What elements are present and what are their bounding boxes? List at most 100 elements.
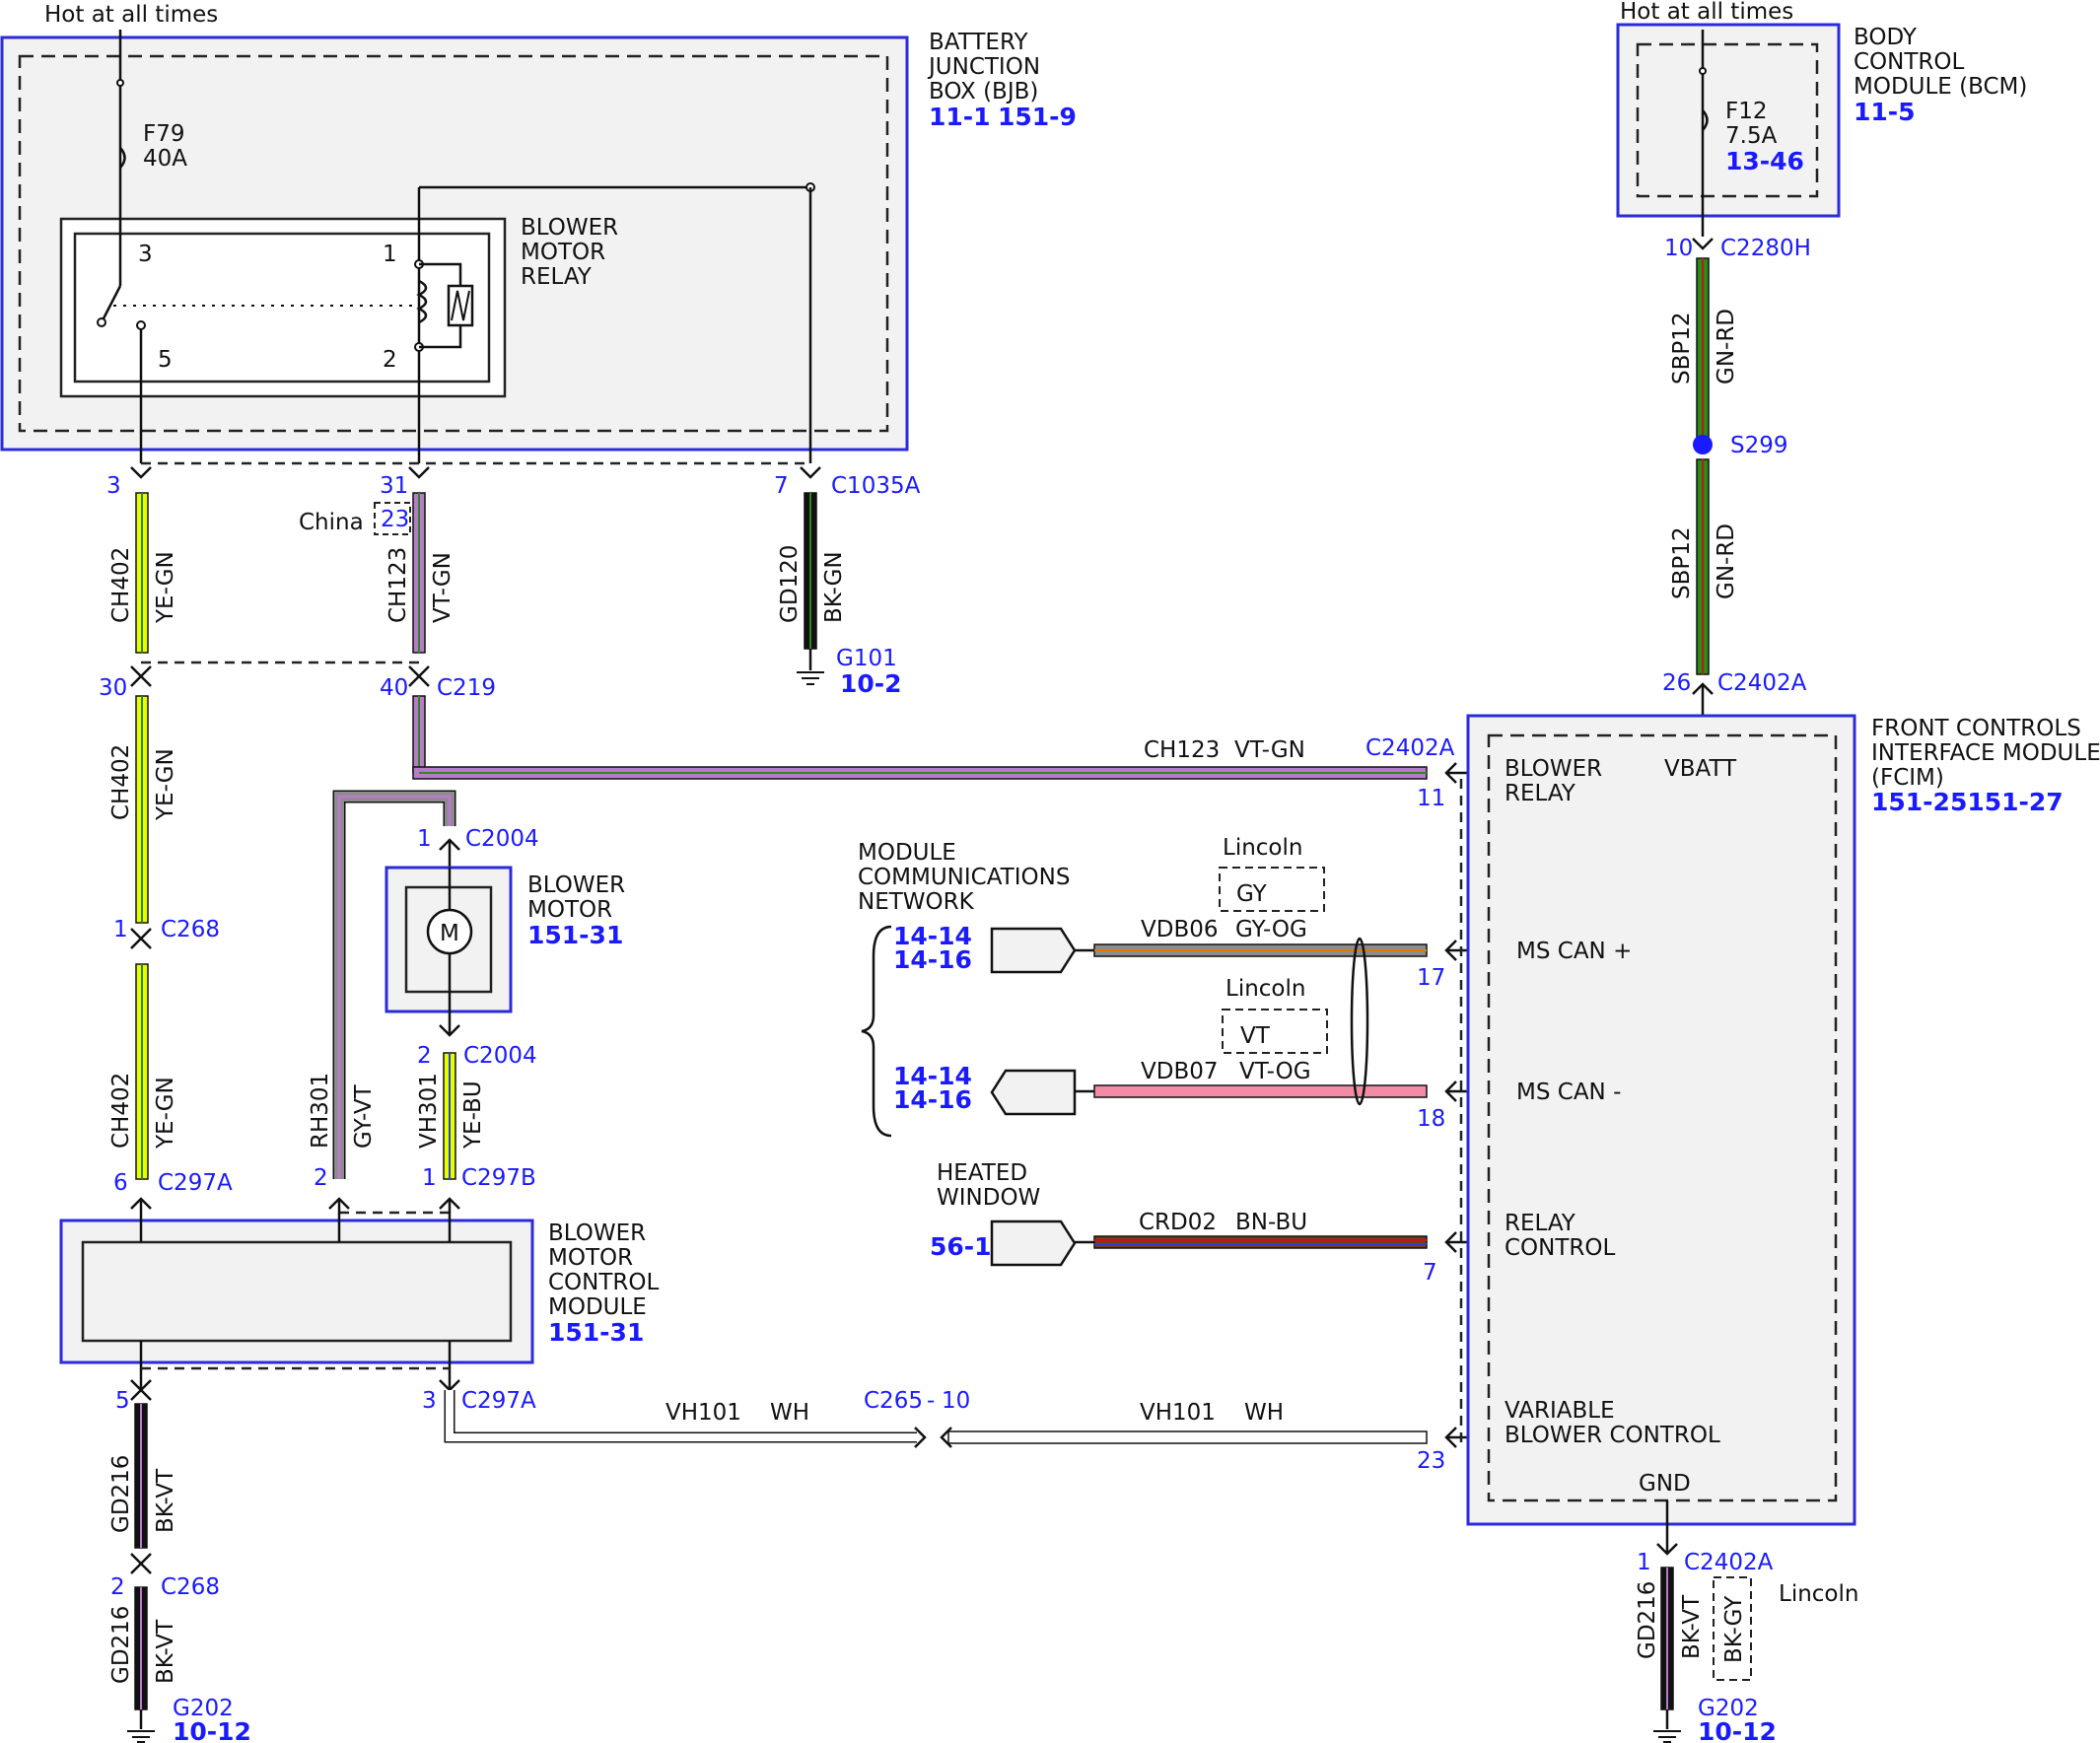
crd02-fcim-pin: 7 bbox=[1423, 1260, 1437, 1286]
ch123-h-color: VT-GN bbox=[1234, 737, 1305, 763]
c265-connector: C265 bbox=[864, 1388, 923, 1414]
vdb06-fcim-pin: 17 bbox=[1417, 965, 1445, 991]
gd216-fcim-alt-label: Lincoln bbox=[1779, 1581, 1858, 1607]
fuse-f79-name: F79 bbox=[143, 121, 185, 147]
gd216-top-color: BK-VT bbox=[153, 1468, 178, 1533]
network-ref-b2[interactable]: 14-16 bbox=[893, 1085, 972, 1114]
fcim-gnd-pin: 1 bbox=[1637, 1550, 1651, 1575]
vh301-pin-bottom: 1 bbox=[422, 1165, 437, 1191]
bjb-ref-1[interactable]: 11-1 bbox=[929, 103, 991, 131]
bmcm-title-2: MOTOR bbox=[548, 1245, 633, 1271]
g202-right-ref[interactable]: 10-12 bbox=[1698, 1717, 1777, 1743]
wire-vdb07 bbox=[1075, 1081, 1489, 1102]
ch402-mid-color: YE-GN bbox=[153, 748, 178, 821]
vdb07-alt-color: VT bbox=[1240, 1023, 1271, 1049]
bjb-title-2: JUNCTION bbox=[927, 54, 1040, 80]
bmcm-ref[interactable]: 151-31 bbox=[548, 1318, 644, 1347]
vh101-circuit-1: VH101 bbox=[665, 1400, 741, 1426]
wire-vh301 bbox=[443, 1052, 456, 1180]
bcm-title-1: BODY bbox=[1854, 25, 1918, 50]
gd216-fcim-alt-color: BK-GY bbox=[1721, 1595, 1747, 1663]
bcm-ref[interactable]: 11-5 bbox=[1854, 98, 1916, 126]
c297a-pin-6: 6 bbox=[113, 1170, 128, 1196]
c219-pin-40: 40 bbox=[380, 675, 408, 701]
relay-pin-5: 5 bbox=[158, 347, 173, 373]
sbp12-low-color: GN-RD bbox=[1714, 523, 1739, 599]
heated-window-ref[interactable]: 56-1 bbox=[930, 1232, 992, 1261]
fcim-relay-control-1: RELAY bbox=[1505, 1211, 1576, 1236]
network-connector-in bbox=[990, 1069, 1077, 1116]
splice-label: S299 bbox=[1730, 433, 1788, 458]
sbp12-fcim-pin: 26 bbox=[1662, 670, 1691, 696]
gd216-top-circuit: GD216 bbox=[108, 1455, 134, 1533]
c268-pin: 1 bbox=[113, 917, 128, 942]
heated-window-title-2: WINDOW bbox=[937, 1185, 1040, 1211]
network-ref-a2[interactable]: 14-16 bbox=[893, 945, 972, 974]
blower-motor-ref[interactable]: 151-31 bbox=[527, 921, 623, 949]
heated-window-connector bbox=[990, 1220, 1077, 1267]
ch123-color: VT-GN bbox=[430, 552, 455, 623]
vdb06-alt-color: GY bbox=[1236, 881, 1268, 907]
blower-motor-title-2: MOTOR bbox=[527, 897, 612, 923]
bcm-hot-label: Hot at all times bbox=[1620, 0, 1793, 25]
relay-pin-2: 2 bbox=[383, 347, 397, 373]
c268-connector: C268 bbox=[161, 917, 220, 942]
vdb07-alt-label: Lincoln bbox=[1225, 976, 1305, 1002]
ch402-top-color: YE-GN bbox=[153, 551, 178, 624]
blower-motor-control-module bbox=[59, 1199, 534, 1390]
gd120-pin: 7 bbox=[774, 473, 789, 499]
ch123-h-connector: C2402A bbox=[1365, 735, 1455, 761]
fcim-ref[interactable]: 151-25151-27 bbox=[1871, 788, 2064, 816]
wire-vdb06 bbox=[1075, 940, 1489, 961]
wire-ch402-low bbox=[135, 963, 149, 1180]
gd216-fcim-circuit: GD216 bbox=[1635, 1581, 1660, 1659]
ch402-c219-pin: 30 bbox=[99, 675, 127, 701]
ch123-h-circuit: CH123 bbox=[1144, 737, 1220, 763]
c268-gd216-connector: C268 bbox=[161, 1574, 220, 1600]
g101-ref[interactable]: 10-2 bbox=[840, 669, 902, 698]
network-connector-out bbox=[990, 927, 1077, 974]
vh101-color-2: WH bbox=[1244, 1400, 1284, 1426]
bjb-ref-2[interactable]: 151-9 bbox=[998, 103, 1077, 131]
fuse-f12-name: F12 bbox=[1725, 99, 1768, 124]
gd120-connector: C1035A bbox=[831, 473, 921, 499]
relay-title-1: BLOWER bbox=[521, 215, 618, 241]
wire-ch402-mid bbox=[135, 695, 149, 924]
fcim-variable-1: VARIABLE bbox=[1505, 1398, 1615, 1424]
relay-pin-3: 3 bbox=[138, 242, 153, 267]
g202-left-ref[interactable]: 10-12 bbox=[173, 1717, 251, 1743]
bcm-pin: 10 bbox=[1664, 236, 1693, 261]
bcm-connector: C2280H bbox=[1720, 236, 1811, 261]
fcim-title-1: FRONT CONTROLS bbox=[1871, 716, 2081, 741]
bmcm-title-3: CONTROL bbox=[548, 1270, 660, 1295]
fcim-vbatt: VBATT bbox=[1664, 756, 1737, 782]
ch402-top-circuit: CH402 bbox=[108, 547, 134, 623]
bjb-title-1: BATTERY bbox=[929, 30, 1028, 55]
blower-motor-relay bbox=[59, 217, 507, 398]
wire-gd216-top bbox=[134, 1403, 148, 1549]
gd216-low-color: BK-VT bbox=[153, 1619, 178, 1684]
gd216-pin-5: 5 bbox=[115, 1388, 130, 1414]
vh301-connector-bottom: C297B bbox=[461, 1165, 536, 1191]
c297a-connector-top: C297A bbox=[158, 1170, 233, 1196]
fcim-title-2: INTERFACE MODULE bbox=[1871, 740, 2100, 766]
vh101-circuit-2: VH101 bbox=[1140, 1400, 1216, 1426]
network-title-3: NETWORK bbox=[858, 889, 975, 915]
wire-ch402-top bbox=[135, 492, 149, 654]
fcim-relay-control-2: CONTROL bbox=[1505, 1235, 1616, 1261]
network-title-2: COMMUNICATIONS bbox=[858, 865, 1070, 890]
network-title-1: MODULE bbox=[858, 840, 956, 866]
ch402-top-pin: 3 bbox=[106, 473, 121, 499]
fuse-f12-ref[interactable]: 13-46 bbox=[1725, 147, 1804, 175]
bmcm-title-4: MODULE bbox=[548, 1294, 647, 1320]
ch123-china-pin: 23 bbox=[381, 507, 409, 532]
ch402-low-color: YE-GN bbox=[153, 1077, 178, 1150]
wire-ch123-vertical bbox=[412, 492, 426, 774]
fcim-gnd: GND bbox=[1639, 1471, 1691, 1497]
crd02-color: BN-BU bbox=[1235, 1210, 1307, 1235]
vdb06-alt-label: Lincoln bbox=[1223, 835, 1302, 861]
vh301-circuit: VH301 bbox=[416, 1073, 442, 1149]
vdb07-circuit: VDB07 bbox=[1141, 1059, 1219, 1084]
vdb06-color: GY-OG bbox=[1235, 917, 1307, 942]
blower-motor bbox=[385, 866, 513, 1035]
